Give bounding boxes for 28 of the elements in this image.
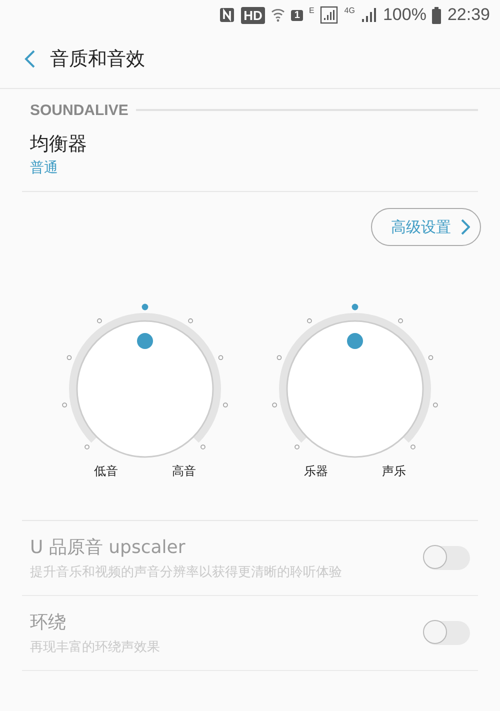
battery-percent: 100% bbox=[382, 5, 426, 25]
back-icon bbox=[24, 49, 36, 69]
network-label: 4G bbox=[344, 6, 355, 15]
knob-indicator bbox=[347, 333, 363, 349]
equalizer-value: 普通 bbox=[30, 159, 59, 177]
chevron-right-icon bbox=[461, 219, 470, 235]
signal-icon bbox=[320, 6, 338, 24]
network-label: E bbox=[308, 6, 314, 15]
setting-title: U 品原音 upscaler bbox=[30, 536, 186, 559]
nfc-icon bbox=[218, 7, 235, 23]
knob-label: 低音 bbox=[94, 463, 118, 480]
section-header: SOUNDALIVE bbox=[30, 102, 128, 118]
page-title: 音质和音效 bbox=[50, 47, 145, 72]
hd-badge: HD bbox=[240, 6, 266, 24]
setting-title: 环绕 bbox=[30, 611, 67, 634]
battery-icon bbox=[432, 6, 442, 24]
knob[interactable] bbox=[279, 313, 431, 458]
knob-label: 声乐 bbox=[382, 463, 406, 480]
clock: 22:39 bbox=[447, 5, 490, 25]
knob-label: 高音 bbox=[172, 463, 196, 480]
knob[interactable] bbox=[69, 313, 221, 458]
equalizer-title: 均衡器 bbox=[30, 132, 88, 157]
signal-icon bbox=[360, 7, 377, 23]
knob-indicator bbox=[137, 333, 153, 349]
wifi-icon bbox=[271, 7, 286, 23]
equalizer-item[interactable]: 均衡器 普通 bbox=[22, 125, 478, 192]
knob-label: 乐器 bbox=[304, 463, 328, 480]
sim-badge: 1 bbox=[291, 10, 303, 20]
